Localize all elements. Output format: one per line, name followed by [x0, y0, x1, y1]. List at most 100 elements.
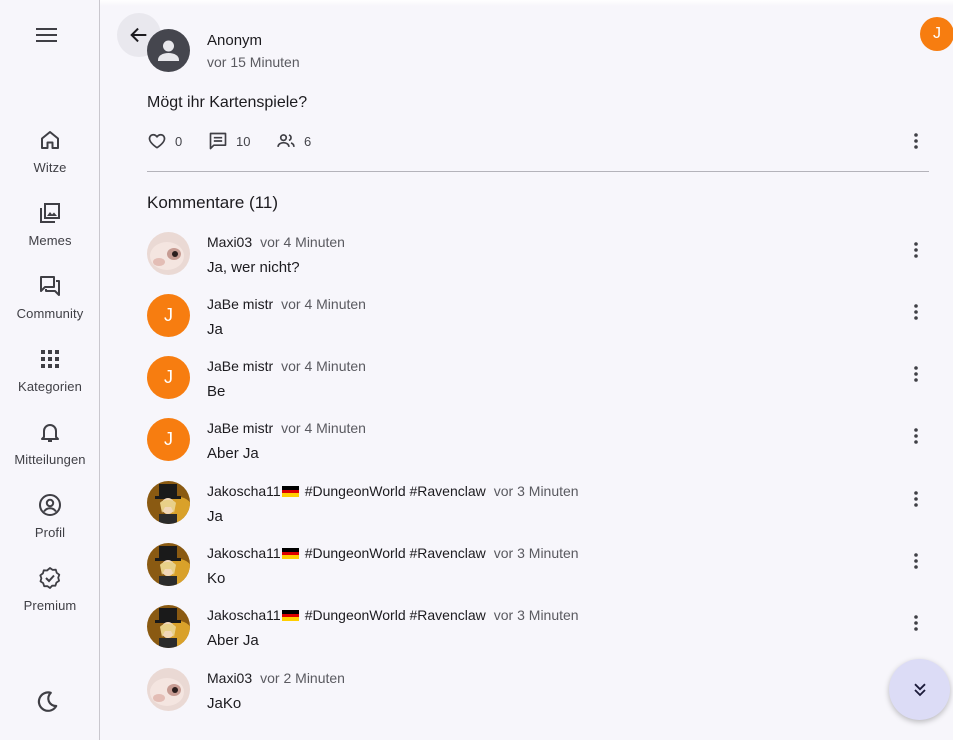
comment-text: Be — [207, 383, 226, 400]
more-vert-icon — [914, 133, 918, 149]
post-more-button[interactable] — [906, 131, 926, 151]
comment-item: J JaBe mistr vor 4 Minuten Be — [147, 356, 937, 416]
nav-item-premium[interactable]: Premium — [0, 564, 100, 626]
comment-time: vor 3 Minuten — [493, 545, 579, 561]
comment-meta: Maxi03 vor 4 Minuten — [207, 234, 345, 250]
comment-more-button[interactable] — [906, 426, 926, 446]
comment-author[interactable]: Jakoscha11 — [207, 607, 281, 623]
comment-author-tags: #DungeonWorld #Ravenclaw — [304, 483, 486, 499]
divider — [147, 171, 929, 172]
comment-more-button[interactable] — [906, 489, 926, 509]
comment-meta: Jakoscha11 #DungeonWorld #Ravenclaw vor 3 … — [207, 483, 579, 499]
scroll-to-bottom-button[interactable] — [889, 659, 950, 720]
user-avatar[interactable]: J — [920, 17, 953, 51]
comment-text: Ja — [207, 321, 223, 338]
comment-more-button[interactable] — [906, 302, 926, 322]
avatar-initial: J — [164, 305, 173, 325]
comment-icon — [209, 132, 227, 150]
post-timestamp: vor 15 Minuten — [207, 54, 300, 70]
more-vert-icon — [914, 553, 918, 569]
tophat-avatar-image — [147, 543, 190, 586]
comment-text: Ja, wer nicht? — [207, 259, 300, 276]
heart-icon — [148, 133, 166, 149]
user-avatar-initial: J — [933, 25, 941, 42]
bell-icon — [41, 424, 59, 442]
nav-item-witze[interactable]: Witze — [0, 126, 100, 188]
comment-author[interactable]: JaBe mistr — [207, 358, 273, 374]
comment-text: Ja — [207, 508, 223, 525]
comment-avatar[interactable] — [147, 605, 190, 648]
nav-item-memes[interactable]: Memes — [0, 199, 100, 261]
hamster-avatar-image — [147, 232, 190, 275]
comment-author-tags: #DungeonWorld #Ravenclaw — [304, 607, 486, 623]
more-vert-icon — [914, 491, 918, 507]
comment-author[interactable]: Jakoscha11 — [207, 483, 281, 499]
navigation-rail: Witze Memes Community Kategorien Mitteil… — [0, 0, 100, 740]
hamster-avatar-image — [147, 668, 190, 711]
comment-time: vor 4 Minuten — [260, 234, 345, 250]
grid-icon — [41, 350, 59, 368]
comment-author[interactable]: JaBe mistr — [207, 296, 273, 312]
participant-count: 6 — [304, 133, 312, 149]
comment-author-tags: #DungeonWorld #Ravenclaw — [304, 545, 486, 561]
like-button[interactable]: 0 — [147, 131, 182, 151]
nav-label: Kategorien — [18, 379, 82, 394]
comment-time: vor 4 Minuten — [281, 296, 366, 312]
nav-item-profil[interactable]: Profil — [0, 491, 100, 553]
avatar-initial: J — [164, 429, 173, 449]
comment-author[interactable]: Maxi03 — [207, 234, 252, 250]
comment-count: 10 — [236, 133, 251, 149]
more-vert-icon — [914, 242, 918, 258]
germany-flag-icon — [281, 610, 299, 621]
menu-button[interactable] — [27, 15, 67, 55]
post-author[interactable]: Anonym — [207, 32, 262, 49]
arrow-back-icon — [130, 27, 147, 43]
comment-text: Ko — [207, 570, 226, 587]
image-gallery-icon — [40, 203, 60, 223]
comment-avatar[interactable] — [147, 232, 190, 275]
comment-item: Maxi03 vor 2 Minuten JaKo — [147, 668, 937, 728]
comment-avatar[interactable]: J — [147, 294, 190, 337]
comment-more-button[interactable] — [906, 364, 926, 384]
nav-label: Premium — [23, 598, 77, 613]
comment-more-button[interactable] — [906, 551, 926, 571]
post-author-avatar[interactable] — [147, 29, 190, 72]
tophat-avatar-image — [147, 481, 190, 524]
avatar-initial: J — [164, 367, 173, 387]
forum-icon — [40, 276, 60, 296]
comment-avatar[interactable] — [147, 543, 190, 586]
comment-avatar[interactable] — [147, 668, 190, 711]
comment-more-button[interactable] — [906, 240, 926, 260]
comment-item: Maxi03 vor 4 Minuten Ja, wer nicht? — [147, 232, 937, 292]
people-icon — [277, 134, 295, 147]
comment-meta: JaBe mistr vor 4 Minuten — [207, 296, 366, 312]
home-icon — [41, 131, 59, 149]
comments-button[interactable]: 10 — [208, 131, 250, 151]
comment-more-button[interactable] — [906, 613, 926, 633]
nav-item-community[interactable]: Community — [0, 272, 100, 334]
comment-author[interactable]: JaBe mistr — [207, 420, 273, 436]
comment-meta: Jakoscha11 #DungeonWorld #Ravenclaw vor 3 … — [207, 545, 579, 561]
moon-icon — [37, 691, 58, 712]
theme-toggle[interactable] — [34, 689, 60, 720]
nav-item-kategorien[interactable]: Kategorien — [0, 345, 100, 407]
nav-label: Profil — [34, 525, 66, 540]
comment-text: Aber Ja — [207, 632, 259, 649]
menu-icon — [36, 28, 57, 42]
comment-author[interactable]: Maxi03 — [207, 670, 252, 686]
comment-avatar[interactable]: J — [147, 356, 190, 399]
comment-meta: JaBe mistr vor 4 Minuten — [207, 358, 366, 374]
comment-time: vor 4 Minuten — [281, 358, 366, 374]
comment-item: Jakoscha11 #DungeonWorld #Ravenclaw vor 3 … — [147, 481, 937, 541]
comment-text: JaKo — [207, 695, 242, 712]
germany-flag-icon — [281, 548, 299, 559]
comment-avatar[interactable] — [147, 481, 190, 524]
comment-avatar[interactable]: J — [147, 418, 190, 461]
participants-button[interactable]: 6 — [276, 131, 311, 151]
comment-time: vor 3 Minuten — [493, 607, 579, 623]
comment-meta: JaBe mistr vor 4 Minuten — [207, 420, 366, 436]
nav-item-mitteilungen[interactable]: Mitteilungen — [0, 418, 100, 480]
germany-flag-icon — [281, 486, 299, 497]
comment-author[interactable]: Jakoscha11 — [207, 545, 281, 561]
comment-meta: Maxi03 vor 2 Minuten — [207, 670, 345, 686]
